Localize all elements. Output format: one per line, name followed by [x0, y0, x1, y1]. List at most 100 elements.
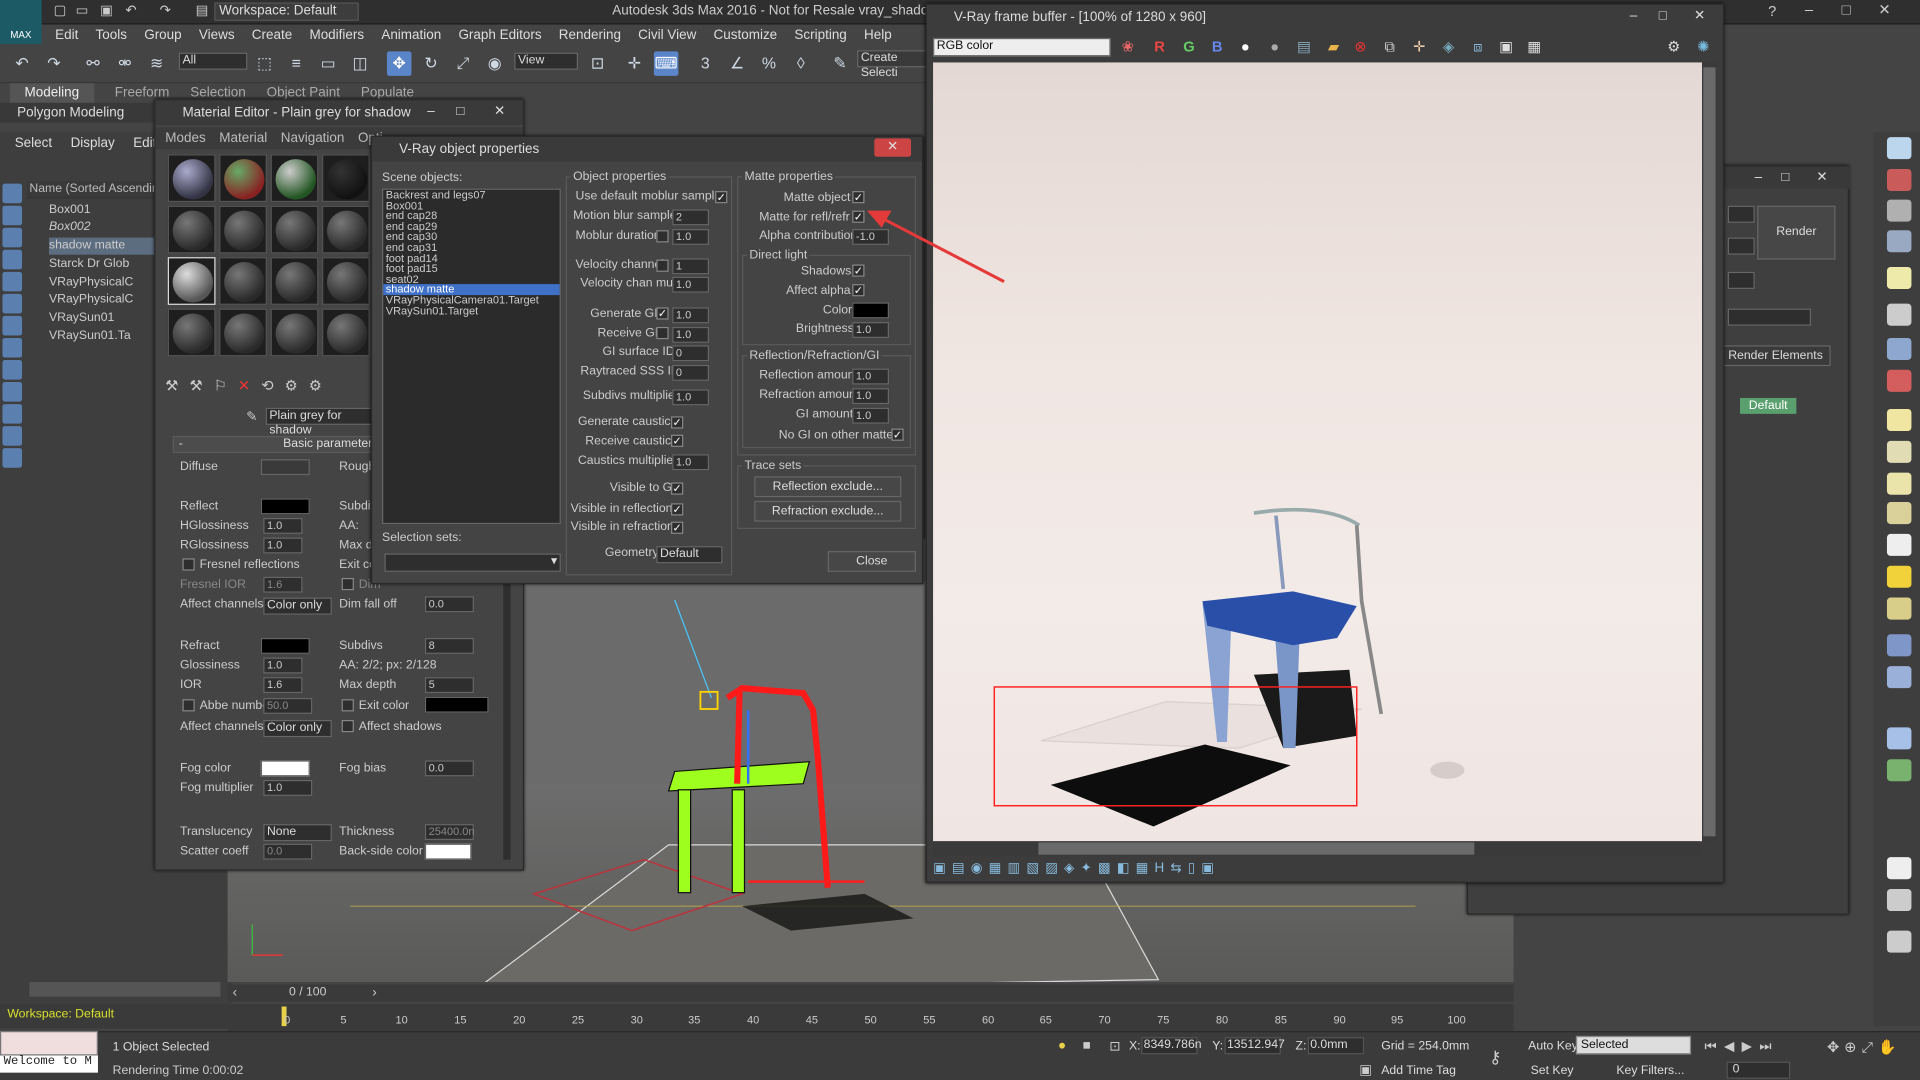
red-channel-toggle[interactable]: R: [1149, 36, 1171, 58]
affect-channels-dropdown[interactable]: Color only: [263, 597, 332, 615]
menu-animation[interactable]: Animation: [381, 24, 441, 46]
timeline[interactable]: 0 5 10 15 20 25 30 35 40 45 50 55 60 65 …: [227, 1004, 1514, 1032]
region-render-icon[interactable]: ◈: [1438, 36, 1460, 58]
fog-color-swatch[interactable]: [260, 760, 310, 777]
back-side-color-swatch[interactable]: [424, 843, 472, 860]
spacewarp-icon[interactable]: [1886, 502, 1912, 525]
generate-gi-field[interactable]: 1.0: [672, 307, 709, 324]
shadow-color-swatch[interactable]: [852, 302, 889, 319]
no-gi-other-mattes-checkbox[interactable]: ✓: [891, 428, 904, 441]
channel-dropdown[interactable]: RGB color: [933, 37, 1111, 57]
maximize-button[interactable]: □: [1842, 1, 1851, 18]
snaps-toggle-icon[interactable]: 3: [693, 51, 717, 75]
helper-icon[interactable]: [1886, 408, 1912, 432]
raytraced-sss-id-field[interactable]: 0: [672, 364, 709, 381]
rglossiness-field[interactable]: 1.0: [263, 537, 303, 554]
eyedropper-icon[interactable]: ✎: [246, 409, 257, 425]
motion-blur-samples-field[interactable]: 2: [672, 209, 709, 226]
me-toolbar[interactable]: ⚒⚒⚐✕⟲⚙⚙: [165, 377, 373, 401]
select-by-name-icon[interactable]: ≡: [284, 51, 308, 75]
rollout-basic-parameters[interactable]: - Basic parameter: [172, 435, 376, 454]
modify-icon[interactable]: [1886, 168, 1912, 192]
menu-help[interactable]: Help: [864, 24, 892, 46]
viewport-nav-icons[interactable]: ✥⊕⤢✋: [1827, 1038, 1901, 1056]
menu-graph-editors[interactable]: Graph Editors: [458, 24, 541, 46]
maxscript-listener-input[interactable]: [0, 1031, 98, 1056]
time-slider[interactable]: ‹ 0 / 100 ›: [227, 984, 1514, 1002]
me-menu-navigation[interactable]: Navigation: [281, 127, 345, 149]
visible-in-reflections-checkbox[interactable]: ✓: [671, 503, 684, 516]
alpha-white-icon[interactable]: ●: [1234, 36, 1256, 58]
spinner-snap-icon[interactable]: ◊: [789, 51, 813, 75]
generate-gi-checkbox[interactable]: ✓: [656, 307, 669, 320]
fb-horizontal-scrollbar[interactable]: [933, 841, 1700, 856]
reflection-exclude-button[interactable]: Reflection exclude...: [754, 476, 902, 498]
fb-scroll-thumb[interactable]: [1038, 842, 1475, 855]
abbe-field[interactable]: 50.0: [263, 697, 313, 714]
close-button[interactable]: Close: [827, 551, 916, 572]
refraction-exclude-button[interactable]: Refraction exclude...: [754, 500, 902, 522]
fresnel-ior-field[interactable]: 1.6: [263, 576, 303, 593]
named-selection-input[interactable]: Create Selecti: [857, 50, 931, 80]
render-last-icon[interactable]: ▣: [1495, 36, 1517, 58]
diffuse-swatch[interactable]: [260, 459, 310, 476]
lock-icon[interactable]: ■: [1082, 1038, 1090, 1053]
maxscript-listener[interactable]: Welcome to M: [0, 1055, 98, 1073]
moblur-duration-checkbox[interactable]: [656, 230, 669, 243]
scene-objects-list[interactable]: Backrest and legs07 Box001 end cap28 end…: [382, 188, 561, 525]
duplicate-to-mfb-icon[interactable]: ⧉: [1379, 36, 1401, 58]
unlink-icon[interactable]: ⚮: [113, 51, 137, 75]
ref-coord-dropdown[interactable]: View: [514, 52, 578, 70]
fb-vertical-scrollbar[interactable]: [1702, 62, 1717, 842]
receive-caustics-checkbox[interactable]: ✓: [671, 434, 684, 447]
save-icon[interactable]: ▣: [98, 4, 115, 20]
track-mouse-icon[interactable]: ✛: [1408, 36, 1430, 58]
open-file-icon[interactable]: ▭: [73, 4, 90, 20]
app-logo[interactable]: MAX: [0, 0, 42, 45]
link-to-3dsmax-icon[interactable]: ⧈: [1467, 36, 1489, 58]
undo-icon[interactable]: ↶: [10, 51, 34, 75]
set-key-button[interactable]: Set Key: [1531, 1064, 1574, 1077]
moblur-duration-field[interactable]: 1.0: [672, 228, 709, 245]
foliage-icon[interactable]: [1886, 759, 1912, 782]
render-icon[interactable]: ▦: [1523, 36, 1545, 58]
menu-civil-view[interactable]: Civil View: [638, 24, 696, 46]
y-coord-field[interactable]: 13512.947: [1224, 1037, 1285, 1055]
use-default-moblur-checkbox[interactable]: ✓: [715, 191, 728, 204]
time-tag-icon[interactable]: ▣: [1359, 1062, 1372, 1078]
add-time-tag[interactable]: Add Time Tag: [1381, 1064, 1456, 1077]
scene-scrollbar[interactable]: [29, 982, 221, 997]
me-close-button[interactable]: ✕: [489, 103, 511, 121]
menu-create[interactable]: Create: [252, 24, 292, 46]
material-icon[interactable]: [1886, 666, 1912, 689]
create-icon[interactable]: [1886, 137, 1912, 160]
fb-bottom-toolbar[interactable]: ▣▤◉▦▥▧▨◈✦▩◧▦H⇆▯▣: [933, 860, 1276, 880]
ribbon-polygon-modeling[interactable]: Polygon Modeling: [0, 102, 154, 123]
keyboard-shortcut-icon[interactable]: ⌨: [653, 51, 679, 76]
manipulate-icon[interactable]: ✛: [622, 51, 646, 75]
selection-sets-dropdown[interactable]: ▾: [384, 553, 561, 572]
receive-gi-field[interactable]: 1.0: [672, 326, 709, 343]
save-image-icon[interactable]: ▤: [1293, 36, 1315, 58]
x-coord-field[interactable]: 8349.786n: [1141, 1037, 1202, 1055]
project-icon[interactable]: ▤: [193, 4, 210, 20]
menu-rendering[interactable]: Rendering: [559, 24, 621, 46]
reflection-amount-field[interactable]: 1.0: [852, 368, 889, 385]
fog-bias-field[interactable]: 0.0: [424, 760, 474, 777]
refract-swatch[interactable]: [260, 637, 310, 654]
translucency-dropdown[interactable]: None: [263, 824, 332, 842]
scatter-coeff-field[interactable]: 0.0: [263, 843, 313, 860]
workspace-dropdown[interactable]: Workspace: Default: [214, 2, 359, 21]
menu-group[interactable]: Group: [144, 24, 181, 46]
scene-filter-icons[interactable]: [0, 181, 24, 610]
scale-icon[interactable]: ⤢: [451, 51, 475, 75]
rs-close-button[interactable]: ✕: [1811, 169, 1833, 187]
generate-caustics-checkbox[interactable]: ✓: [671, 416, 684, 429]
material-name-field[interactable]: Plain grey for shadow: [265, 407, 376, 437]
menu-scripting[interactable]: Scripting: [794, 24, 846, 46]
minimize-button[interactable]: –: [1805, 1, 1813, 18]
rs-dropdown-1[interactable]: [1727, 205, 1755, 223]
fog-multiplier-field[interactable]: 1.0: [263, 780, 313, 796]
vray-props-title[interactable]: V-Ray object properties: [372, 137, 923, 162]
window-crossing-icon[interactable]: ◫: [348, 51, 372, 75]
